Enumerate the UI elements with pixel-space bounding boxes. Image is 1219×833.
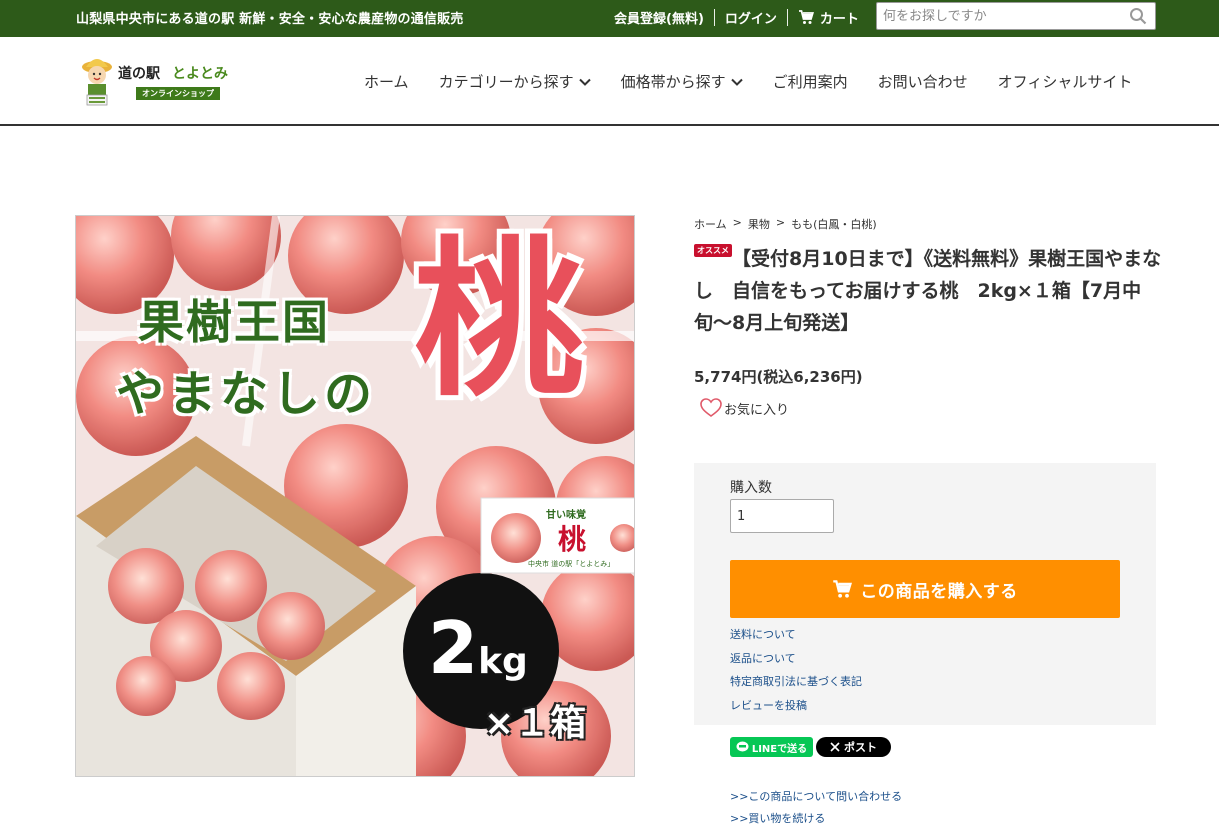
nav-category-label: カテゴリーから探す: [438, 73, 574, 91]
x-post-label: ポスト: [844, 741, 877, 754]
buy-button[interactable]: この商品を購入する: [730, 560, 1120, 618]
x-post-button[interactable]: ポスト: [816, 737, 891, 757]
breadcrumb-separator: >: [775, 216, 786, 229]
chevron-down-icon: [730, 78, 743, 86]
register-link[interactable]: 会員登録(無料): [614, 8, 704, 27]
sticker-main: 桃: [558, 523, 587, 556]
nav-guide-label: ご利用案内: [772, 73, 848, 91]
breadcrumb: ホーム > 果物 > もも(白鳳・白桃): [694, 216, 877, 232]
nav-price-range-label: 価格帯から探す: [620, 73, 726, 91]
breadcrumb-peach[interactable]: もも(白鳳・白桃): [791, 216, 877, 232]
cart-link[interactable]: カート: [798, 8, 859, 27]
inquire-product-link[interactable]: >>この商品について問い合わせる: [730, 786, 902, 808]
search-input[interactable]: [877, 3, 1117, 29]
logo-name-suffix: とよとみ: [172, 66, 228, 82]
site-header: 道の駅 とよとみ オンラインショップ ホーム カテゴリーから探す 価格帯から探す…: [0, 37, 1219, 126]
nav-guide[interactable]: ご利用案内: [773, 71, 848, 92]
post-review-link[interactable]: レビューを投稿: [730, 694, 862, 718]
divider: [786, 9, 788, 26]
line-share-button[interactable]: LINEで送る: [730, 737, 813, 757]
share-buttons: LINEで送る ポスト: [730, 737, 891, 757]
weight-unit: kg: [478, 641, 528, 682]
bottom-links: >>この商品について問い合わせる >>買い物を続ける: [730, 786, 902, 830]
breadcrumb-fruit[interactable]: 果物: [748, 216, 770, 232]
nav-contact[interactable]: お問い合わせ: [878, 71, 968, 92]
quantity-label: 購入数: [730, 480, 772, 496]
line-share-label: LINEで送る: [751, 743, 808, 755]
breadcrumb-home[interactable]: ホーム: [694, 216, 727, 232]
heart-icon: [700, 398, 722, 417]
favorite-button[interactable]: お気に入り: [700, 398, 789, 418]
site-logo[interactable]: 道の駅 とよとみ オンラインショップ: [80, 55, 240, 109]
purchase-box: 購入数 この商品を購入する 送料について 返品について 特定商取引法に基づく表記…: [694, 463, 1156, 725]
divider: [713, 9, 715, 26]
cart-label: カート: [819, 12, 859, 27]
line-icon: [736, 741, 749, 752]
account-links: 会員登録(無料) ログイン カート: [614, 8, 859, 27]
nav-contact-label: お問い合わせ: [877, 73, 968, 91]
info-links: 送料について 返品について 特定商取引法に基づく表記 レビューを投稿: [730, 623, 862, 717]
chevron-down-icon: [578, 78, 591, 86]
search-icon[interactable]: [1129, 7, 1147, 25]
favorite-label: お気に入り: [724, 402, 790, 418]
search-box: [876, 2, 1156, 30]
nav-official[interactable]: オフィシャルサイト: [998, 71, 1133, 92]
product-image[interactable]: 果樹王国 やまなしの 桃 甘い味覚 桃 中央市 道の駅「とよとみ」 2kg ×１…: [75, 215, 635, 777]
nav-category[interactable]: カテゴリーから探す: [439, 71, 591, 92]
nav-official-label: オフィシャルサイト: [997, 73, 1133, 91]
top-bar: 山梨県中央市にある道の駅 新鮮・安全・安心な農産物の通信販売 会員登録(無料) …: [0, 0, 1219, 37]
nav-price-range[interactable]: 価格帯から探す: [621, 71, 743, 92]
sticker-small: 中央市 道の駅「とよとみ」: [528, 560, 615, 568]
buy-button-label: この商品を購入する: [860, 581, 1018, 602]
logo-badge: オンラインショップ: [136, 87, 220, 100]
cart-icon: [833, 579, 853, 598]
login-link[interactable]: ログイン: [725, 8, 777, 27]
site-tagline: 山梨県中央市にある道の駅 新鮮・安全・安心な農産物の通信販売: [76, 12, 464, 27]
main-nav: ホーム カテゴリーから探す 価格帯から探す ご利用案内 お問い合わせ オフィシャ…: [364, 71, 1132, 92]
image-big-char: 桃: [414, 220, 585, 420]
x-logo-icon: [830, 742, 840, 752]
continue-shopping-link[interactable]: >>買い物を続ける: [730, 808, 902, 830]
weight-label: 2kg: [428, 608, 528, 688]
shipping-info-link[interactable]: 送料について: [730, 623, 862, 647]
product-price: 5,774円(税込6,236円): [694, 368, 863, 386]
recommend-badge: オススメ: [694, 244, 732, 257]
weight-number: 2: [428, 606, 479, 690]
legal-notice-link[interactable]: 特定商取引法に基づく表記: [730, 670, 862, 694]
breadcrumb-separator: >: [732, 216, 742, 229]
cart-icon: [798, 10, 814, 24]
nav-home[interactable]: ホーム: [364, 71, 409, 92]
quantity-input[interactable]: [730, 499, 834, 533]
product-title: 【受付8月10日まで】《送料無料》果樹王国やまなし 自信をもってお届けする桃 2…: [694, 248, 1162, 334]
logo-name-prefix: 道の駅: [118, 66, 160, 82]
image-title-line2: やまなしの: [116, 366, 377, 422]
mascot-icon: [82, 59, 112, 106]
nav-home-label: ホーム: [364, 73, 409, 91]
weight-count: ×１箱: [484, 703, 587, 744]
return-info-link[interactable]: 返品について: [730, 647, 862, 671]
image-title-line1: 果樹王国: [138, 295, 330, 349]
